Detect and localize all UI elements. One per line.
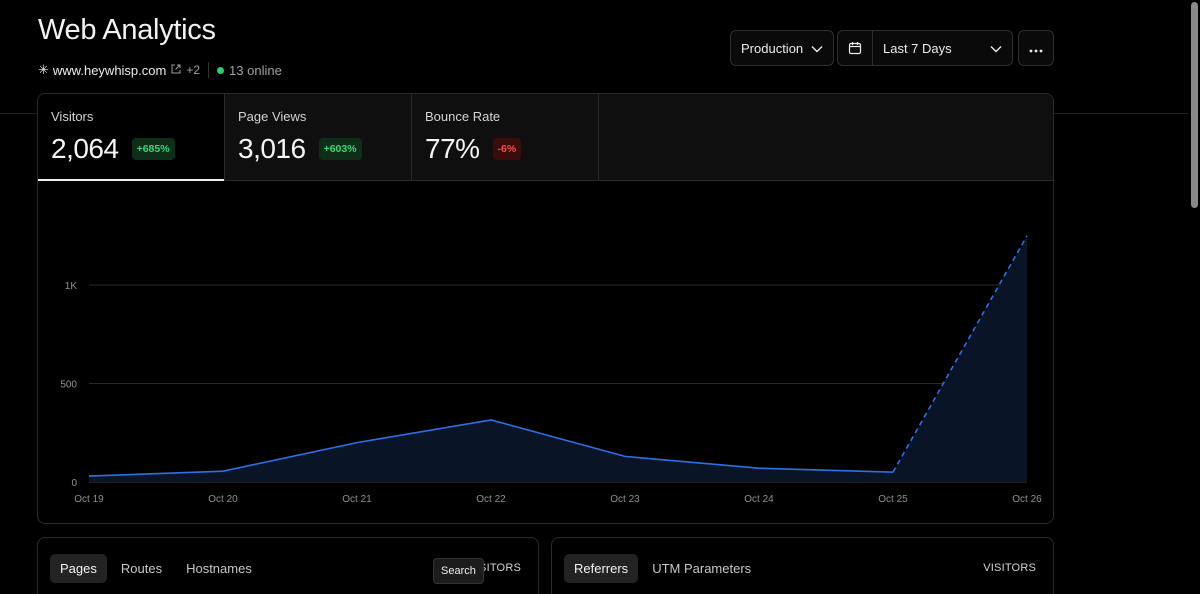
site-logo-icon: ✳: [38, 62, 49, 77]
y-tick-label: 0: [71, 478, 77, 489]
environment-label: Production: [741, 40, 804, 56]
separator: [208, 62, 210, 78]
x-tick-label: Oct 22: [476, 494, 506, 505]
tab-hostnames[interactable]: Hostnames: [176, 554, 262, 583]
x-tick-label: Oct 21: [342, 494, 372, 505]
y-tick-label: 500: [60, 380, 77, 391]
online-count: 13 online: [229, 62, 282, 78]
metric-value: 2,064: [51, 133, 119, 164]
site-domain-link[interactable]: www.heywhisp.com: [53, 63, 166, 78]
date-range-select[interactable]: Last 7 Days: [837, 30, 1013, 66]
x-tick-label: Oct 24: [744, 494, 774, 505]
visitors-column-header[interactable]: VISITORS: [983, 562, 1036, 574]
chevron-down-icon: [811, 41, 823, 56]
tab-referrers[interactable]: Referrers: [564, 554, 639, 583]
area-fill: [89, 235, 1027, 482]
metric-tabs: Visitors 2,064 +685% Page Views 3,016 +6…: [38, 94, 1053, 181]
x-tick-label: Oct 20: [208, 494, 238, 505]
metric-change-badge: -6%: [492, 138, 522, 160]
tab-utm-parameters[interactable]: UTM Parameters: [642, 554, 761, 583]
web-analytics-page: Web Analytics ✳ www.heywhisp.com +2 13 o…: [0, 0, 1200, 594]
calendar-icon[interactable]: [838, 31, 873, 65]
visitors-chart: 0 500 1K Oct 19 Oct 20 Oct 21 Oct 22 Oct 23 Oct …: [60, 235, 1042, 505]
metric-label: Page Views: [238, 109, 307, 124]
more-horizontal-icon: [1029, 41, 1043, 56]
metric-tab-visitors[interactable]: Visitors 2,064 +685%: [38, 94, 225, 181]
date-range-label: Last 7 Days: [883, 40, 952, 56]
more-options-button[interactable]: [1018, 30, 1054, 66]
y-tick-label: 1K: [65, 281, 78, 292]
x-tick-label: Oct 23: [610, 494, 640, 505]
environment-select[interactable]: Production: [730, 30, 834, 66]
online-status-dot-icon: [217, 66, 225, 74]
referrers-panel: Referrers UTM Parameters VISITORS: [551, 537, 1054, 594]
x-tick-label: Oct 26: [1012, 494, 1042, 505]
scrollbar-thumb[interactable]: [1191, 2, 1198, 208]
pages-panel: Pages Routes Hostnames VISITORS Search: [37, 537, 539, 594]
tab-routes[interactable]: Routes: [111, 554, 172, 583]
external-link-icon[interactable]: [171, 64, 181, 77]
tab-pages[interactable]: Pages: [50, 554, 107, 583]
metric-change-badge: +603%: [318, 138, 362, 160]
chevron-down-icon: [990, 41, 1002, 56]
x-tick-label: Oct 19: [74, 494, 104, 505]
metric-label: Bounce Rate: [425, 109, 501, 124]
date-range-button[interactable]: Last 7 Days: [873, 41, 1012, 56]
x-tick-label: Oct 25: [878, 494, 908, 505]
metric-label: Visitors: [51, 109, 94, 124]
analytics-card: Visitors 2,064 +685% Page Views 3,016 +6…: [37, 93, 1054, 524]
metric-tab-bounce-rate[interactable]: Bounce Rate 77% -6%: [412, 94, 599, 180]
metric-change-badge: +685%: [131, 138, 175, 160]
metric-tab-page-views[interactable]: Page Views 3,016 +603%: [225, 94, 412, 180]
page-title: Web Analytics: [38, 14, 216, 46]
metric-value: 3,016: [238, 133, 306, 164]
site-info-row: ✳ www.heywhisp.com +2 13 online: [38, 62, 282, 78]
extra-domains-count[interactable]: +2: [186, 63, 200, 77]
search-tooltip: Search: [433, 558, 484, 584]
metric-value: 77%: [425, 133, 480, 164]
